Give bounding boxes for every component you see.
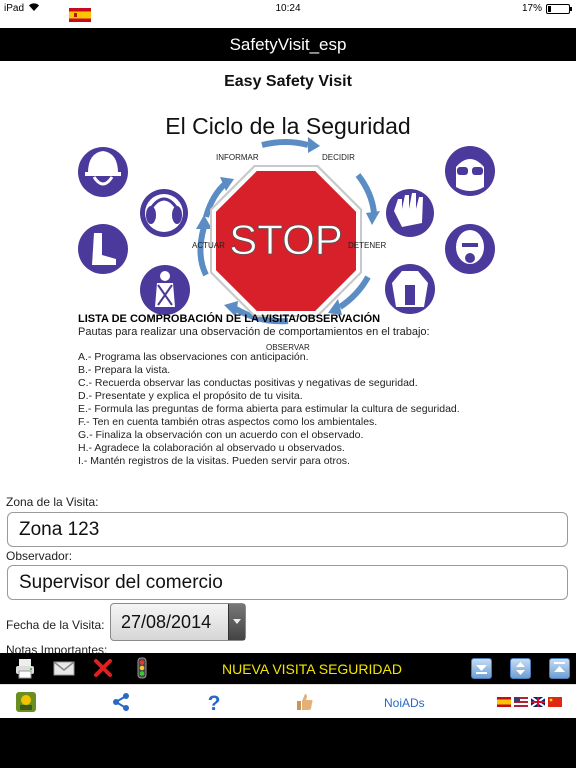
- print-icon[interactable]: [14, 657, 36, 679]
- checklist-item: F.- Ten en cuenta también otras aspectos…: [78, 416, 378, 428]
- share-icon[interactable]: [110, 691, 132, 713]
- zona-input[interactable]: [7, 512, 568, 547]
- checklist-item: A.- Programa las observaciones con antic…: [78, 351, 309, 363]
- checklist-intro: Pautas para realizar una observación de …: [78, 326, 430, 338]
- poster-title: El Ciclo de la Seguridad: [165, 113, 411, 139]
- scroll-down-icon: [476, 665, 487, 674]
- cycle-label-actuar: ACTUAR: [192, 241, 225, 250]
- protective-suit-icon: [385, 264, 435, 314]
- battery-level: [548, 6, 551, 12]
- observador-input[interactable]: [7, 565, 568, 600]
- stop-sign-icon: STOP: [210, 165, 362, 317]
- cycle-arrow-top: [261, 139, 309, 148]
- battery-icon: [546, 4, 572, 14]
- checklist-item: G.- Finaliza la observación con un acuer…: [78, 429, 364, 441]
- clock: 10:24: [275, 3, 301, 14]
- traffic-light-icon[interactable]: [131, 657, 153, 679]
- action-toolbar: NUEVA VISITA SEGURIDAD: [0, 653, 576, 684]
- arrowhead-left: [196, 215, 212, 229]
- arrowhead-right-top: [366, 211, 380, 225]
- harness-icon: [140, 265, 190, 315]
- title-bar: SafetyVisit_esp: [0, 28, 576, 61]
- ear-protection-icon: [140, 189, 188, 237]
- observador-label: Observador:: [6, 549, 73, 563]
- checklist-title: LISTA DE COMPROBACIÓN DE LA VISITA/OBSER…: [78, 313, 381, 325]
- fecha-value: 27/08/2014: [121, 612, 212, 632]
- chevron-down-icon: [233, 619, 241, 624]
- window-title: SafetyVisit_esp: [229, 35, 347, 54]
- svg-text:?: ?: [208, 692, 221, 713]
- safety-goggles-icon: [445, 146, 495, 196]
- scroll-top-button[interactable]: [549, 658, 570, 679]
- language-flags-icon[interactable]: [497, 691, 563, 713]
- scroll-updown-button[interactable]: [510, 658, 531, 679]
- safety-cycle-poster: STOP INFORMAR DECIDIR DETENER OBSERVAR A…: [72, 109, 504, 521]
- checklist-item: D.- Presentate y explica el propósito de…: [78, 390, 303, 402]
- gloves-icon: [386, 189, 434, 237]
- delete-icon[interactable]: [92, 657, 114, 679]
- bottom-black-bar: [0, 718, 576, 768]
- checklist-item: E.- Formula las preguntas de forma abier…: [78, 403, 460, 415]
- cycle-label-decidir: DECIDIR: [322, 153, 355, 162]
- hard-hat-icon: [78, 147, 128, 197]
- noiads-link[interactable]: NoiADs: [384, 696, 425, 710]
- tab-bar: ? NoiADs: [0, 684, 576, 718]
- help-icon[interactable]: ?: [203, 691, 225, 713]
- cycle-label-detener: DETENER: [348, 241, 386, 250]
- app-heading: Easy Safety Visit: [224, 73, 352, 90]
- checklist-item: C.- Recuerda observar las conductas posi…: [78, 377, 418, 389]
- checklist-item: H.- Agradece la colaboración al observad…: [78, 442, 345, 454]
- fecha-label: Fecha de la Visita:: [6, 618, 105, 632]
- cycle-arrow-right-top: [355, 173, 377, 214]
- new-visit-label[interactable]: NUEVA VISITA SEGURIDAD: [222, 661, 402, 677]
- battery-percent: 17%: [521, 3, 542, 14]
- checklist-item: B.- Prepara la vista.: [78, 364, 171, 376]
- scroll-down-button[interactable]: [471, 658, 492, 679]
- cycle-label-informar: INFORMAR: [216, 153, 259, 162]
- checklist: A.- Programa las observaciones con antic…: [78, 351, 460, 468]
- fecha-date-picker[interactable]: 27/08/2014: [110, 603, 246, 641]
- date-dropdown-button[interactable]: [228, 604, 245, 640]
- thumbs-up-icon[interactable]: [295, 691, 315, 713]
- app-logo-icon[interactable]: [15, 691, 37, 713]
- zona-label: Zona de la Visita:: [6, 495, 99, 509]
- app-window: iPad 10:24 17% SafetyVisit_esp Easy Safe…: [0, 0, 576, 768]
- checklist-item: I.- Mantén registros de la visitas. Pued…: [78, 455, 350, 467]
- respirator-icon: [445, 224, 495, 274]
- mail-icon[interactable]: [53, 657, 75, 679]
- status-bar: iPad 10:24 17%: [0, 0, 576, 22]
- safety-boots-icon: [78, 224, 128, 274]
- notas-label: Notas Importantes:: [6, 643, 108, 653]
- cycle-arrow-left: [197, 226, 209, 277]
- main-content[interactable]: Easy Safety Visit STOP INFORMAR DECIDIR …: [0, 61, 576, 653]
- stop-sign-text: STOP: [229, 216, 343, 263]
- scroll-updown-icon: [516, 662, 525, 675]
- scroll-top-icon: [554, 662, 565, 672]
